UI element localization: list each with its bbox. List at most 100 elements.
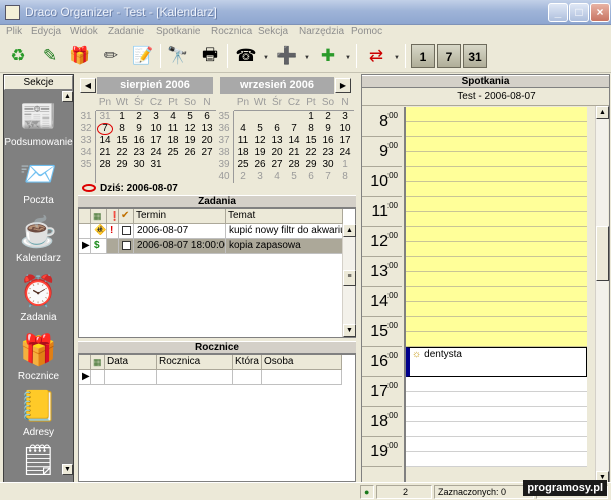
week-view-icon[interactable]: 7 [437, 44, 461, 68]
day-cell[interactable]: 20 [199, 135, 215, 147]
time-slot[interactable] [406, 122, 587, 137]
day-cell[interactable]: 26 [252, 159, 268, 171]
day-cell[interactable]: 5 [182, 111, 198, 123]
day-cell[interactable]: 4 [269, 171, 285, 183]
sidebar-item-zadania[interactable]: ⏰ Zadania [4, 274, 73, 323]
day-cell[interactable]: 26 [182, 147, 198, 159]
day-cell[interactable]: 1 [337, 159, 353, 171]
day-cell[interactable]: 2 [235, 171, 251, 183]
refresh-icon[interactable]: ♻ [4, 43, 32, 69]
time-slot[interactable] [406, 257, 587, 272]
termin-column-header[interactable]: Termin [134, 209, 226, 224]
day-cell[interactable]: 29 [303, 159, 319, 171]
phone-icon[interactable]: ☎ [232, 43, 260, 69]
temat-column-header[interactable]: Temat [226, 209, 343, 224]
time-slot[interactable] [406, 197, 587, 212]
scroll-thumb[interactable] [596, 226, 609, 281]
next-month-button[interactable]: ▶ [335, 78, 351, 93]
grid-icon-column[interactable]: ▦ [91, 355, 105, 370]
day-cell[interactable]: 4 [235, 123, 251, 135]
time-slot[interactable] [406, 242, 587, 257]
day-cell[interactable]: 9 [320, 123, 336, 135]
day-cell[interactable]: 1 [303, 111, 319, 123]
day-cell[interactable]: 9 [131, 123, 147, 135]
day-cell[interactable]: 21 [97, 147, 113, 159]
day-cell[interactable]: 6 [303, 171, 319, 183]
time-slot[interactable] [406, 302, 587, 317]
new-item-icon[interactable]: ✚ [314, 43, 342, 69]
time-slot[interactable] [406, 152, 587, 167]
menu-narzedzia[interactable]: Narzędzia [299, 26, 344, 37]
time-slot[interactable] [406, 227, 587, 242]
day-cell[interactable]: 24 [337, 147, 353, 159]
day-cell[interactable]: 1 [114, 111, 130, 123]
time-slot[interactable] [406, 437, 587, 452]
priority-column[interactable]: ❗ [107, 209, 120, 224]
time-slot[interactable] [406, 212, 587, 227]
menu-widok[interactable]: Widok [70, 26, 98, 37]
scroll-down-icon[interactable]: ▼ [62, 464, 73, 475]
day-cell[interactable]: 16 [131, 135, 147, 147]
day-cell[interactable]: 21 [286, 147, 302, 159]
binoculars-icon[interactable]: 🔭 [164, 43, 192, 69]
month-view-icon[interactable]: 31 [463, 44, 487, 68]
day-view[interactable]: 8:00 9:00 10:00 11:00 12:00 13:00 14:00 15:00 16… [362, 107, 609, 485]
day-cell[interactable]: 8 [114, 123, 130, 135]
day-cell[interactable]: 23 [131, 147, 147, 159]
day-cell[interactable]: 20 [269, 147, 285, 159]
time-slot[interactable] [406, 317, 587, 332]
sidebar-header[interactable]: Sekcje [4, 75, 73, 90]
day-cell[interactable]: 27 [269, 159, 285, 171]
day-cell[interactable]: 14 [286, 135, 302, 147]
menu-rocznica[interactable]: Rocznica [211, 26, 252, 37]
day-cell[interactable]: 22 [303, 147, 319, 159]
day-cell[interactable]: 13 [269, 135, 285, 147]
day-cell[interactable]: 3 [148, 111, 164, 123]
day-cell[interactable]: 12 [182, 123, 198, 135]
day-cell[interactable]: 30 [131, 159, 147, 171]
day-cell[interactable]: 7 [320, 171, 336, 183]
menu-sekcja[interactable]: Sekcja [258, 26, 288, 37]
time-slot[interactable] [406, 167, 587, 182]
sidebar-item-podsumowanie[interactable]: 📰 Podsumowanie [4, 99, 73, 148]
day-cell[interactable]: 25 [235, 159, 251, 171]
day-cell[interactable]: 3 [252, 171, 268, 183]
day-cell[interactable]: 31 [148, 159, 164, 171]
minimize-button[interactable]: _ [548, 3, 568, 22]
time-slot[interactable] [406, 422, 587, 437]
maximize-button[interactable]: □ [569, 3, 589, 22]
day-cell[interactable]: 8 [337, 171, 353, 183]
sidebar-item-adresy[interactable]: 📒 Adresy [4, 389, 73, 438]
chevron-down-icon[interactable]: ▼ [304, 55, 310, 61]
day-cell[interactable]: 10 [337, 123, 353, 135]
time-slot[interactable] [406, 182, 587, 197]
grid-icon-column[interactable]: ▦ [91, 209, 107, 224]
day-cell[interactable]: 8 [303, 123, 319, 135]
day-cell[interactable]: 11 [235, 135, 251, 147]
day-cell[interactable]: 3 [337, 111, 353, 123]
time-slot[interactable] [406, 392, 587, 407]
edit-icon[interactable]: ✏ [97, 43, 125, 69]
sync-icon[interactable]: ⇄ [362, 43, 390, 69]
day-cell[interactable]: 12 [252, 135, 268, 147]
print-icon[interactable]: 🖶 [196, 43, 224, 69]
day-cell[interactable]: 7 [286, 123, 302, 135]
menu-edycja[interactable]: Edycja [31, 26, 61, 37]
day-cell[interactable]: 18 [235, 147, 251, 159]
day-cell[interactable]: 25 [165, 147, 181, 159]
scroll-up-icon[interactable]: ▲ [62, 91, 73, 102]
day-cell[interactable]: 23 [320, 147, 336, 159]
day-cell[interactable]: 6 [199, 111, 215, 123]
done-checkbox[interactable] [119, 224, 134, 239]
day-cell[interactable]: 13 [199, 123, 215, 135]
today-label[interactable]: Dziś: 2006-08-07 [82, 183, 178, 194]
day-cell[interactable]: 2 [320, 111, 336, 123]
appointment-block[interactable]: ☼ dentysta [406, 347, 587, 377]
day-cell[interactable]: 4 [165, 111, 181, 123]
day-cell[interactable]: 7 [97, 123, 113, 135]
menu-spotkanie[interactable]: Spotkanie [156, 26, 200, 37]
done-column[interactable]: ✔ [119, 209, 134, 224]
time-slot[interactable] [406, 452, 587, 467]
tasks-scrollbar[interactable]: ▲ ≡ ▼ [342, 224, 356, 337]
close-button[interactable]: × [590, 3, 610, 22]
